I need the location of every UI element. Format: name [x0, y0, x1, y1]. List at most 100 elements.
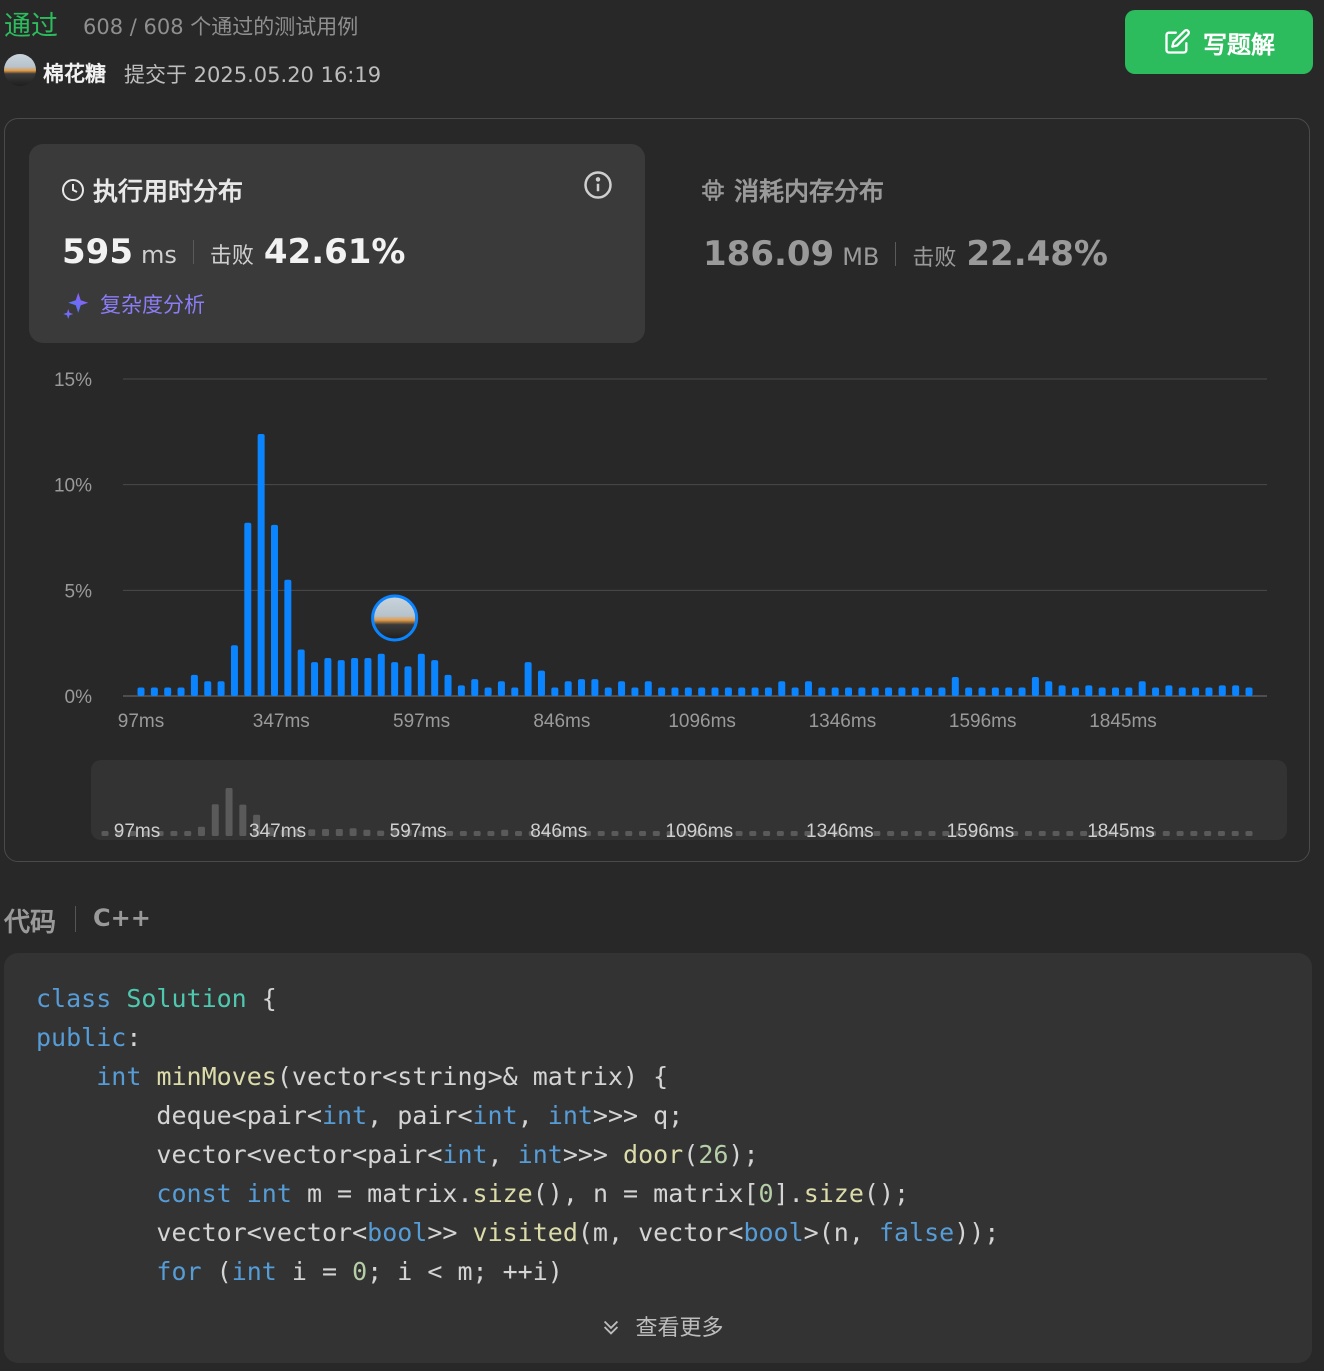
- chart-bar[interactable]: [845, 687, 853, 696]
- chart-bar[interactable]: [1018, 687, 1026, 696]
- overview-bar: [377, 830, 385, 836]
- chart-bar[interactable]: [1125, 687, 1133, 696]
- chart-bar[interactable]: [644, 681, 652, 696]
- chart-bar[interactable]: [911, 687, 919, 696]
- chart-bar[interactable]: [484, 687, 492, 696]
- chart-bar[interactable]: [1085, 685, 1093, 696]
- runtime-card[interactable]: 执行用时分布 595 ms 击败 42.61% 复杂度分析: [29, 144, 645, 343]
- chart-bar[interactable]: [337, 660, 345, 696]
- chart-bar[interactable]: [1245, 687, 1253, 696]
- chart-bar[interactable]: [791, 687, 799, 696]
- chart-bar[interactable]: [871, 687, 879, 696]
- chart-bar[interactable]: [244, 522, 252, 696]
- chart-bar[interactable]: [991, 687, 999, 696]
- chart-bar[interactable]: [684, 687, 692, 696]
- chart-bar[interactable]: [1071, 687, 1079, 696]
- chart-bar[interactable]: [1165, 685, 1173, 696]
- chart-bar[interactable]: [204, 681, 212, 696]
- write-solution-button[interactable]: 写题解: [1125, 10, 1313, 74]
- chart-bar[interactable]: [925, 687, 933, 696]
- chart-bar[interactable]: [591, 679, 599, 696]
- chart-bar[interactable]: [257, 433, 265, 696]
- chart-bar[interactable]: [764, 687, 772, 696]
- chart-bar[interactable]: [551, 687, 559, 696]
- chart-bar[interactable]: [270, 524, 278, 696]
- chart-bar[interactable]: [297, 649, 305, 696]
- chart-bar[interactable]: [831, 687, 839, 696]
- chart-bar[interactable]: [377, 653, 385, 696]
- chart-bar[interactable]: [578, 679, 586, 696]
- chart-bar[interactable]: [938, 687, 946, 696]
- chart-bar[interactable]: [604, 687, 612, 696]
- overview-bar: [1024, 831, 1032, 836]
- chart-bar[interactable]: [778, 681, 786, 696]
- memory-card[interactable]: 消耗内存分布 186.09 MB 击败 22.48%: [700, 172, 1108, 274]
- chart-bar[interactable]: [1031, 676, 1039, 696]
- chart-bar[interactable]: [431, 660, 439, 696]
- chart-bar[interactable]: [137, 687, 145, 696]
- chart-bar[interactable]: [217, 681, 225, 696]
- chart-bar[interactable]: [858, 687, 866, 696]
- chart-bar[interactable]: [1218, 685, 1226, 696]
- chart-bar[interactable]: [1098, 687, 1106, 696]
- chart-bar[interactable]: [751, 687, 759, 696]
- info-icon[interactable]: [583, 170, 613, 200]
- avatar[interactable]: [4, 54, 36, 86]
- chart-bar[interactable]: [618, 681, 626, 696]
- runtime-distribution-chart[interactable]: 0% 5% 10% 15% 97ms 347ms 597ms 846ms 1096ms 1346m…: [0, 360, 1324, 850]
- chart-bar[interactable]: [671, 687, 679, 696]
- chart-bar[interactable]: [564, 681, 572, 696]
- complexity-analysis-link[interactable]: 复杂度分析: [62, 289, 205, 319]
- chart-bar[interactable]: [1058, 685, 1066, 696]
- chart-bar[interactable]: [457, 685, 465, 696]
- username[interactable]: 棉花糖: [43, 58, 106, 88]
- chart-bar[interactable]: [404, 666, 412, 696]
- overview-bar: [446, 831, 454, 836]
- chart-bar[interactable]: [417, 653, 425, 696]
- chart-bar[interactable]: [351, 657, 359, 696]
- chart-bar[interactable]: [698, 687, 706, 696]
- chart-bar[interactable]: [230, 645, 238, 696]
- chart-bar[interactable]: [311, 662, 319, 696]
- chart-bar[interactable]: [1112, 687, 1120, 696]
- chart-bar[interactable]: [324, 657, 332, 696]
- runtime-metric: 595 ms 击败 42.61%: [62, 232, 406, 272]
- chart-bar[interactable]: [164, 687, 172, 696]
- chart-bar[interactable]: [658, 687, 666, 696]
- chart-bar[interactable]: [177, 687, 185, 696]
- chart-bar[interactable]: [1232, 685, 1240, 696]
- submission-marker[interactable]: [371, 594, 419, 642]
- chart-bar[interactable]: [711, 687, 719, 696]
- chart-bar[interactable]: [804, 681, 812, 696]
- chart-bar[interactable]: [1045, 681, 1053, 696]
- chart-bar[interactable]: [364, 657, 372, 696]
- chart-bar[interactable]: [1205, 687, 1213, 696]
- chart-bar[interactable]: [497, 681, 505, 696]
- chart-bar[interactable]: [190, 674, 198, 696]
- chart-bar[interactable]: [631, 687, 639, 696]
- y-tick-label: 0%: [65, 687, 93, 708]
- chart-bar[interactable]: [524, 662, 532, 696]
- chart-bar[interactable]: [1178, 687, 1186, 696]
- chart-bar[interactable]: [471, 679, 479, 696]
- chart-bar[interactable]: [511, 687, 519, 696]
- chart-bar[interactable]: [150, 687, 158, 696]
- chart-bar[interactable]: [444, 674, 452, 696]
- chart-bar[interactable]: [965, 687, 973, 696]
- chart-bar[interactable]: [724, 687, 732, 696]
- chart-bar[interactable]: [284, 579, 292, 696]
- show-more-button[interactable]: 查看更多: [0, 1310, 1324, 1342]
- chart-bar[interactable]: [885, 687, 893, 696]
- chart-bar[interactable]: [951, 676, 959, 696]
- chart-bar[interactable]: [898, 687, 906, 696]
- chart-bar[interactable]: [1192, 687, 1200, 696]
- chart-bar[interactable]: [391, 662, 399, 696]
- chart-bar[interactable]: [1005, 687, 1013, 696]
- chart-bar[interactable]: [537, 670, 545, 696]
- chart-bar[interactable]: [978, 687, 986, 696]
- code-block[interactable]: class Solution { public: int minMoves(ve…: [4, 953, 1312, 1363]
- chart-bar[interactable]: [1152, 687, 1160, 696]
- chart-bar[interactable]: [1138, 681, 1146, 696]
- chart-bar[interactable]: [738, 687, 746, 696]
- chart-bar[interactable]: [818, 687, 826, 696]
